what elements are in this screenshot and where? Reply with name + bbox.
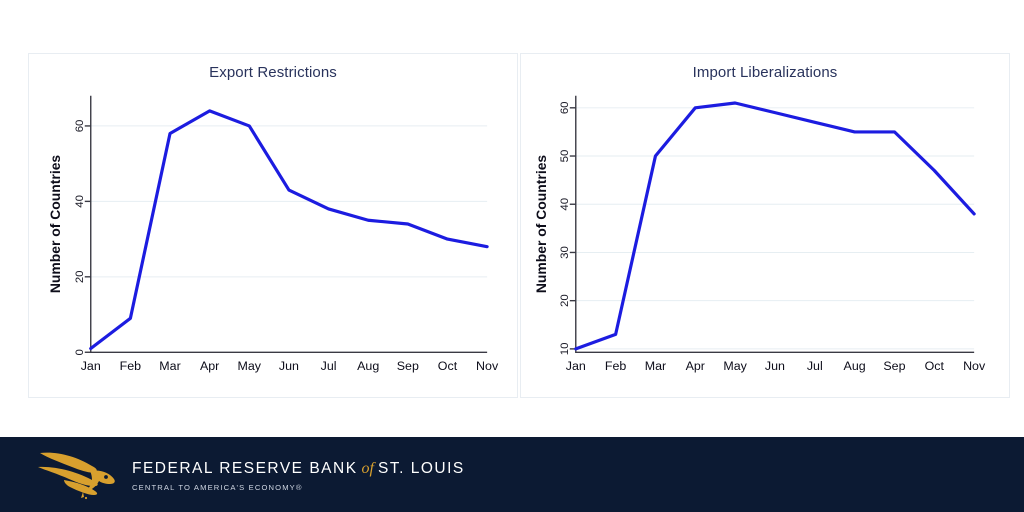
x-tick-labels-right: Jan Feb Mar Apr May Jun Jul Aug Sep Oct Nov (566, 359, 986, 373)
y-tick-40: 40 (74, 195, 86, 208)
y-tick-20: 20 (559, 294, 571, 307)
x-tick-apr: Apr (200, 359, 219, 373)
x-tick-feb: Feb (605, 359, 627, 373)
x-tick-aug: Aug (357, 359, 379, 373)
gridlines-left (90, 125, 488, 353)
x-tick-jul: Jul (321, 359, 337, 373)
plot-export-restrictions: 0 20 40 60 Jan Feb Mar Apr May Jun Jul Aug Sep Oct No… (47, 95, 499, 373)
tickmarks-left (84, 125, 91, 353)
wordmark-part2: ST. LOUIS (378, 460, 465, 478)
x-tick-may: May (238, 359, 262, 373)
x-tick-oct: Oct (925, 359, 945, 373)
gridlines-right (575, 107, 975, 350)
footer-bar: FEDERAL RESERVE BANK of ST. LOUIS CENTRA… (0, 437, 1024, 512)
y-tick-40: 40 (559, 198, 571, 211)
wordmark-line: FEDERAL RESERVE BANK of ST. LOUIS (132, 460, 465, 478)
y-tick-20: 20 (74, 270, 86, 283)
x-tick-mar: Mar (645, 359, 666, 373)
x-tick-mar: Mar (159, 359, 180, 373)
x-tick-nov: Nov (963, 359, 986, 373)
plot-import-liberalizations: 10 20 30 40 50 60 Jan Feb Mar Apr May Jun Jul Aug Sep… (533, 95, 986, 373)
x-tick-apr: Apr (686, 359, 705, 373)
figure-area: Export Restrictions 0 20 40 60 Jan Feb Mar Apr… (0, 0, 1024, 437)
data-line-import-liberalizations (574, 101, 976, 351)
x-tick-nov: Nov (476, 359, 499, 373)
y-tick-labels-left: 0 20 40 60 (74, 120, 86, 356)
fed-logo: FEDERAL RESERVE BANK of ST. LOUIS CENTRA… (36, 445, 465, 503)
y-tick-50: 50 (559, 150, 571, 163)
y-axis-title-left: Number of Countries (47, 155, 63, 294)
x-tick-oct: Oct (438, 359, 458, 373)
y-tick-60: 60 (559, 101, 571, 114)
data-line-export-restrictions (89, 109, 489, 351)
tickmarks-right (569, 107, 576, 350)
x-tick-sep: Sep (397, 359, 419, 373)
chart-panel-export-restrictions: Export Restrictions 0 20 40 60 Jan Feb Mar Apr… (28, 53, 518, 398)
x-tick-labels-left: Jan Feb Mar Apr May Jun Jul Aug Sep Oct Nov (81, 359, 499, 373)
chart-panel-import-liberalizations: Import Liberalizations 10 20 30 40 50 60 Jan F… (520, 53, 1010, 398)
y-tick-10: 10 (559, 343, 571, 356)
y-tick-labels-right: 10 20 30 40 50 60 (559, 101, 571, 355)
x-tick-jan: Jan (81, 359, 101, 373)
x-tick-jan: Jan (566, 359, 586, 373)
x-tick-jun: Jun (279, 359, 299, 373)
x-tick-jun: Jun (765, 359, 785, 373)
y-tick-60: 60 (74, 120, 86, 133)
y-tick-30: 30 (559, 246, 571, 259)
x-tick-feb: Feb (120, 359, 142, 373)
axis-lines-right (575, 95, 975, 353)
wordmark-of: of (357, 460, 378, 478)
x-tick-aug: Aug (844, 359, 866, 373)
x-tick-jul: Jul (807, 359, 823, 373)
wordmark-part1: FEDERAL RESERVE BANK (132, 460, 358, 478)
x-tick-may: May (723, 359, 747, 373)
x-tick-sep: Sep (883, 359, 905, 373)
fed-wordmark: FEDERAL RESERVE BANK of ST. LOUIS CENTRA… (132, 456, 465, 492)
y-tick-0: 0 (74, 349, 86, 355)
eagle-icon (38, 452, 115, 500)
fed-tagline: CENTRAL TO AMERICA'S ECONOMY® (132, 482, 303, 492)
y-axis-title-right: Number of Countries (533, 155, 549, 294)
